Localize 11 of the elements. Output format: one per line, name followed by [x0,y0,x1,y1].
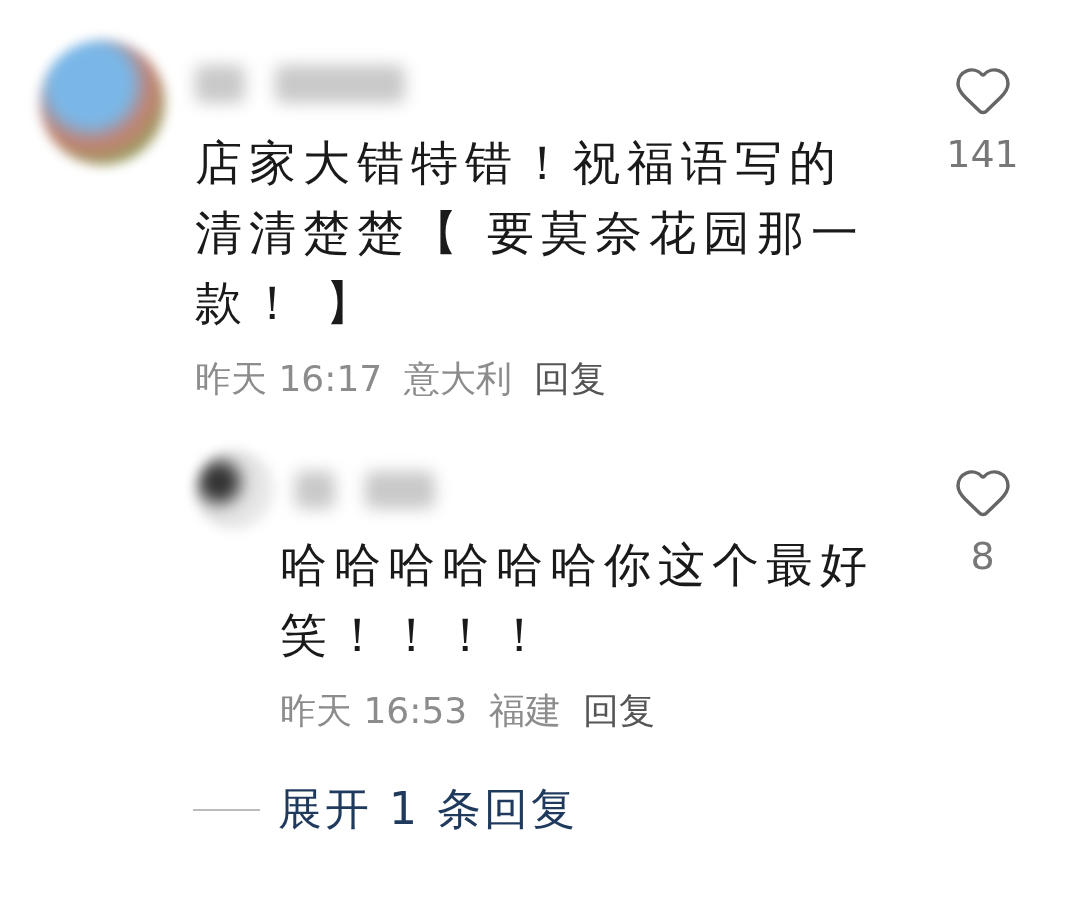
comment-time: 昨天 16:53 [280,688,468,733]
reply-link[interactable]: 回复 [534,354,607,404]
comment-time: 昨天 16:17 [195,356,383,401]
comment-text: 哈哈哈哈哈哈你这个最好笑！！！！ [280,536,875,664]
comment-text: 店家大错特错！祝福语写的清清楚楚【 要莫奈花园那一款！ 】 [195,134,866,332]
reply-link[interactable]: 回复 [583,686,656,736]
comment-location: 福建 [489,688,562,733]
expand-replies-link[interactable]: 展开 1 条回复 [278,780,578,839]
like-count: 8 [970,534,995,578]
like-count: 141 [946,132,1019,176]
comment-location: 意大利 [404,356,513,401]
